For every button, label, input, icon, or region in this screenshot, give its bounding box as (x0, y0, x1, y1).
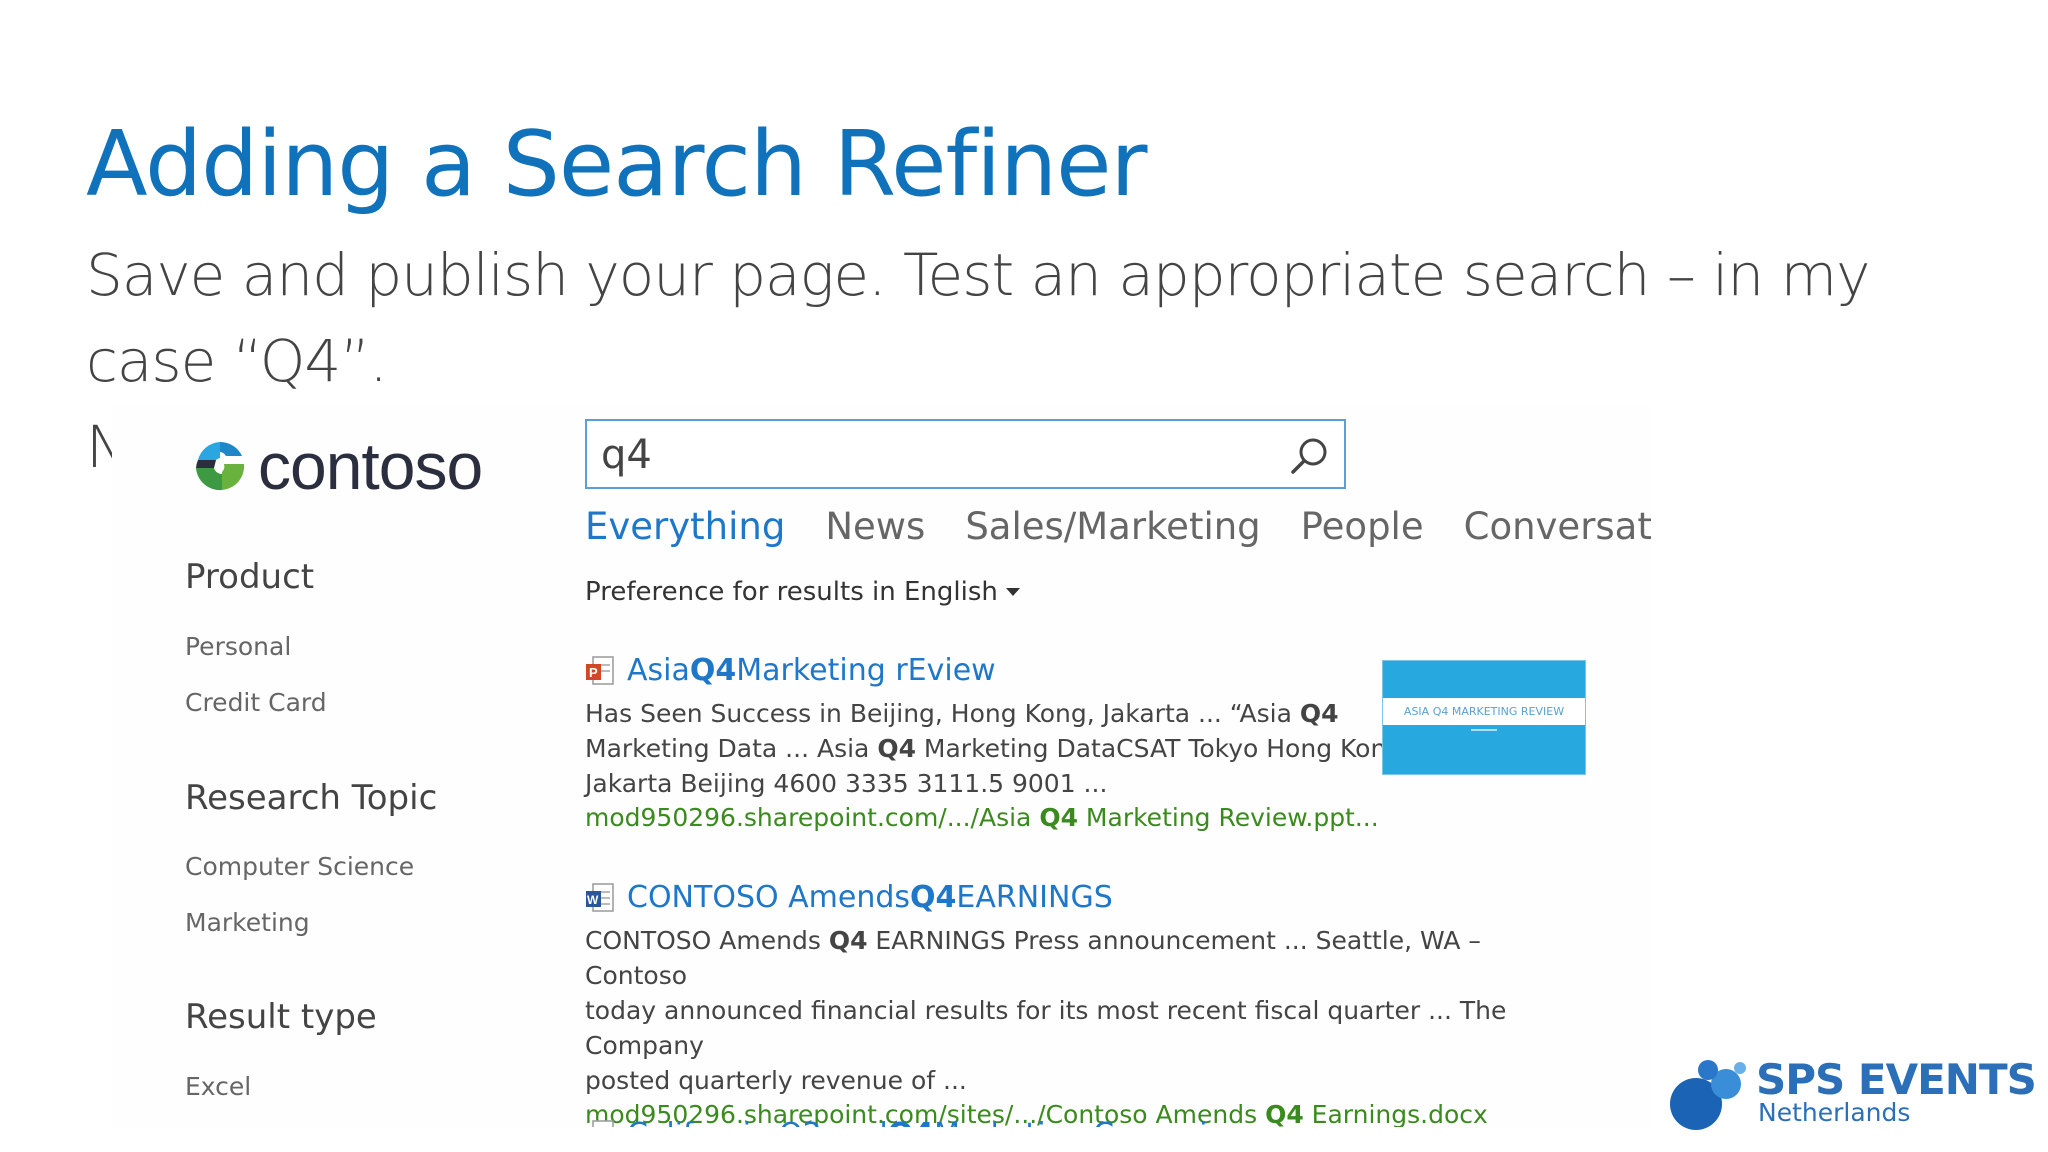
powerpoint-icon: P (586, 655, 614, 685)
thumbnail-title-band: ASIA Q4 MARKETING REVIEW (1383, 698, 1585, 725)
result-url-text: mod950296.sharepoint.com/.../Asia (585, 803, 1040, 832)
result-url-highlight: Q4 (1039, 803, 1078, 832)
svg-text:P: P (589, 665, 598, 680)
language-preference-dropdown[interactable]: Preference for results in English (585, 577, 1020, 607)
result-summary-highlight: Q4 (877, 734, 916, 763)
result-url-text: Marketing Review.ppt... (1077, 803, 1379, 832)
result-title-text: EARNINGS (956, 880, 1113, 915)
refiner-heading-research-topic: Research Topic (185, 778, 438, 818)
refiner-item-credit-card[interactable]: Credit Card (185, 688, 327, 717)
svg-text:W: W (587, 893, 599, 907)
result-summary-text: Marketing Data ... Asia (585, 734, 878, 763)
contoso-logo[interactable]: contoso (192, 428, 483, 504)
result-title-highlight: Q4 (689, 653, 737, 688)
result-title-link[interactable]: California Q2 and Q4 Marketing Campaign (585, 1117, 1405, 1127)
result-title-text: California Q2 and (627, 1117, 888, 1127)
powerpoint-icon (592, 1119, 614, 1127)
result-summary: CONTOSO Amends Q4 EARNINGS Press announc… (585, 923, 1565, 1098)
chevron-down-icon (1005, 588, 1020, 596)
result-title-text: Marketing rEview (736, 653, 996, 688)
result-title-text: CONTOSO Amends (627, 880, 911, 915)
tab-news[interactable]: News (825, 505, 925, 548)
refiner-item-marketing[interactable]: Marketing (185, 908, 310, 937)
refiner-item-computer-science[interactable]: Computer Science (185, 852, 414, 881)
result-summary-text: today announced financial results for it… (585, 996, 1507, 1060)
thumbnail-title: ASIA Q4 MARKETING REVIEW (1403, 705, 1565, 718)
result-title-link[interactable]: P Asia Q4 Marketing rEview (585, 653, 1405, 688)
result-summary-text: Jakarta Beijing 4600 3335 3111.5 9001 ..… (585, 769, 1108, 798)
slide-title: Adding a Search Refiner (86, 112, 1148, 217)
result-title-text: Marketing Campaign (934, 1117, 1245, 1127)
refiner-heading-result-type: Result type (185, 997, 377, 1037)
tab-everything[interactable]: Everything (585, 505, 785, 548)
contoso-logo-text: contoso (258, 429, 483, 503)
search-result: W CONTOSO Amends Q4 EARNINGS CONTOSO Ame… (585, 880, 1506, 1127)
search-icon[interactable] (1288, 435, 1330, 477)
search-box[interactable] (585, 419, 1346, 489)
result-title-link[interactable]: W CONTOSO Amends Q4 EARNINGS (585, 880, 1405, 915)
sponsor-region: Netherlands (1758, 1098, 1911, 1127)
search-result: P Asia Q4 Marketing rEview Has Seen Succ… (585, 653, 1405, 832)
refiner-heading-product: Product (185, 557, 315, 597)
result-title-highlight: Q4 (910, 880, 957, 915)
tab-sales-marketing[interactable]: Sales/Marketing (965, 505, 1260, 548)
language-preference-label: Preference for results in English (585, 577, 998, 607)
word-icon: W (586, 882, 614, 912)
result-summary-text: CONTOSO Amends (585, 926, 829, 955)
slide-body-line-1: Save and publish your page. Test an appr… (86, 241, 1870, 395)
result-summary-highlight: Q4 (1299, 699, 1339, 728)
sponsor-name: SPS EVENTS (1756, 1055, 2037, 1104)
result-summary-highlight: Q4 (828, 926, 868, 955)
contoso-logo-icon (196, 441, 245, 491)
result-summary-text: Marketing DataCSAT Tokyo Hong Kong (915, 734, 1403, 763)
tab-people[interactable]: People (1301, 505, 1424, 548)
result-url[interactable]: mod950296.sharepoint.com/.../Asia Q4 Mar… (585, 803, 1405, 832)
sps-events-logo-icon (1670, 1060, 1746, 1130)
tab-conversations[interactable]: Conversations (1464, 505, 1652, 548)
sharepoint-search-screenshot: contoso Everything News Sales/Marketing … (112, 405, 1652, 1127)
search-result-partial: California Q2 and Q4 Marketing Campaign (585, 1117, 1405, 1127)
result-title-text: Asia (627, 653, 690, 688)
result-thumbnail[interactable]: ASIA Q4 MARKETING REVIEW (1382, 660, 1586, 775)
search-vertical-tabs: Everything News Sales/Marketing People C… (585, 505, 1652, 548)
search-input[interactable] (599, 431, 1253, 479)
result-summary-text: Has Seen Success in Beijing, Hong Kong, … (585, 699, 1300, 728)
refiner-item-personal[interactable]: Personal (185, 632, 291, 661)
result-summary-text: posted quarterly revenue of ... (585, 1066, 967, 1095)
thumbnail-subtitle-line (1471, 729, 1497, 731)
result-summary: Has Seen Success in Beijing, Hong Kong, … (585, 696, 1405, 801)
refiner-item-excel[interactable]: Excel (185, 1072, 251, 1101)
result-title-highlight: Q4 (888, 1117, 934, 1127)
